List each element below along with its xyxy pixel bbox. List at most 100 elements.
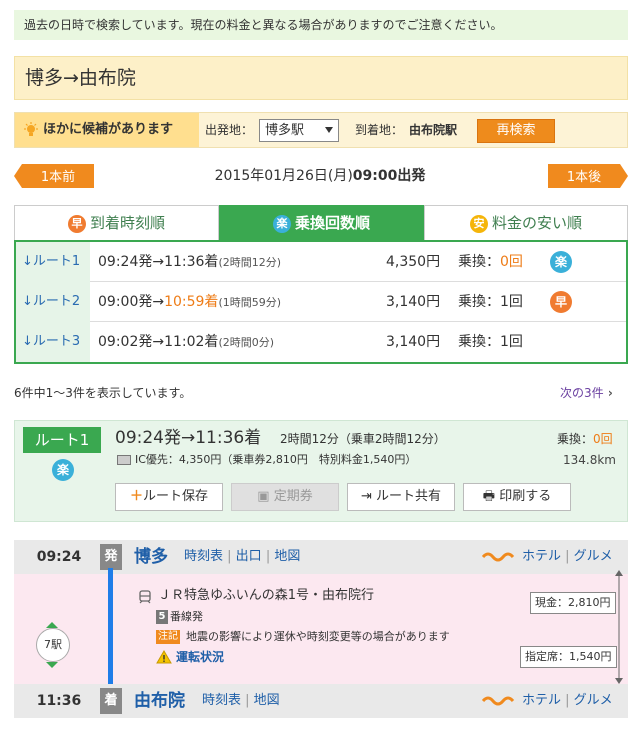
print-button[interactable]: 🖶 印刷する bbox=[463, 483, 571, 511]
map-link[interactable]: 地図 bbox=[254, 693, 280, 708]
detail-transfer: 乗換：0回 bbox=[557, 429, 613, 449]
delay-note: 地震の影響により運休や時刻変更等の場合があります bbox=[186, 630, 450, 643]
route-transfer: 乗換：1回 bbox=[458, 322, 523, 362]
route-depart: 09:24発→ bbox=[98, 254, 165, 270]
platform-number: 5 bbox=[156, 610, 168, 624]
warning-icon bbox=[156, 650, 172, 664]
route-duration: (1時間59分) bbox=[218, 296, 282, 309]
pass-icon: ▣ bbox=[257, 489, 274, 504]
commuter-pass-label: 定期券 bbox=[273, 489, 313, 504]
route-detail-summary: ルート1 楽 09:24発→11:36着 2時間12分（乗車2時間12分） 乗換… bbox=[14, 420, 628, 522]
route-fare: 3,140円 bbox=[386, 294, 441, 310]
route-link[interactable]: ↓ルート2 bbox=[16, 282, 90, 322]
route-duration: (2時間12分) bbox=[218, 256, 282, 269]
platform-label: 番線発 bbox=[170, 610, 203, 623]
train-icon bbox=[139, 590, 151, 604]
candidate-bar: ほかに候補があります 出発地： 博多駅 到着地： 由布院駅 再検索 bbox=[14, 112, 628, 148]
map-link[interactable]: 地図 bbox=[274, 549, 300, 564]
detail-distance: 134.8km bbox=[563, 453, 616, 467]
route-times: 09:24発→11:36着(2時間12分) bbox=[98, 242, 281, 283]
hotel-link[interactable]: ホテル bbox=[522, 693, 561, 708]
arrival-station[interactable]: 由布院 bbox=[134, 684, 185, 718]
route-row[interactable]: ↓ルート1 09:24発→11:36着(2時間12分) 4,350円 乗換：0回… bbox=[16, 242, 626, 282]
result-count: 6件中1〜3件を表示しています。 bbox=[14, 386, 192, 400]
route-transfer: 乗換：1回 bbox=[458, 282, 523, 322]
to-label: 到着地： bbox=[355, 123, 404, 137]
departure-station[interactable]: 博多 bbox=[134, 540, 168, 574]
arrival-hotel-gourmet: ホテル | グルメ bbox=[522, 693, 613, 708]
chevron-right-icon: › bbox=[603, 386, 613, 400]
timetable-link[interactable]: 時刻表 bbox=[202, 693, 241, 708]
fast-icon: 早 bbox=[550, 291, 572, 313]
route-arrive: 11:36着 bbox=[164, 254, 219, 270]
commuter-pass-button[interactable]: ▣ 定期券 bbox=[231, 483, 339, 511]
past-date-notice: 過去の日時で検索しています。現在の料金と異なる場合がありますのでご注意ください。 bbox=[14, 10, 628, 40]
detail-times: 09:24発→11:36着 bbox=[115, 428, 262, 448]
hotel-link[interactable]: ホテル bbox=[522, 549, 561, 564]
print-label: 印刷する bbox=[499, 489, 552, 504]
plus-icon: ＋ bbox=[129, 489, 143, 504]
route-row[interactable]: ↓ルート2 09:00発→10:59着(1時間59分) 3,140円 乗換：1回… bbox=[16, 282, 626, 322]
search-date: 2015年01月26日(月) bbox=[214, 168, 353, 184]
candidate-label-text: ほかに候補があります bbox=[43, 122, 174, 137]
transfer-count: 0回 bbox=[500, 254, 523, 270]
fast-icon: 早 bbox=[67, 214, 86, 233]
jalan-logo-icon bbox=[482, 696, 515, 706]
tab-transfers[interactable]: 楽乗換回数順 bbox=[219, 205, 424, 241]
share-icon: ⇥ bbox=[360, 489, 376, 504]
gourmet-link[interactable]: グルメ bbox=[574, 549, 613, 564]
save-route-button[interactable]: ＋ルート保存 bbox=[115, 483, 223, 511]
timetable-link[interactable]: 時刻表 bbox=[184, 549, 223, 564]
route-duration: (2時間0分) bbox=[218, 336, 275, 349]
service-status-link[interactable]: 運転状況 bbox=[176, 648, 224, 666]
from-select[interactable]: 博多駅 bbox=[259, 119, 339, 142]
departure-links: 時刻表 | 出口 | 地図 bbox=[184, 549, 301, 564]
tab-cheapest-label: 料金の安い順 bbox=[491, 214, 582, 232]
fare-span-arrow bbox=[615, 570, 623, 684]
gourmet-link[interactable]: グルメ bbox=[574, 693, 613, 708]
to-value: 由布院駅 bbox=[409, 123, 458, 137]
save-route-label: ルート保存 bbox=[143, 489, 209, 504]
transfer-label: 乗換： bbox=[458, 334, 500, 350]
stop-count[interactable]: 7駅 bbox=[36, 628, 70, 662]
easy-icon: 楽 bbox=[52, 459, 74, 481]
chevron-down-icon bbox=[46, 662, 58, 668]
ic-card-icon bbox=[117, 455, 131, 465]
departure-tag: 発 bbox=[100, 544, 122, 570]
route-fare: 3,140円 bbox=[386, 334, 441, 350]
tab-cheapest[interactable]: 安料金の安い順 bbox=[424, 205, 628, 241]
cash-fare: 現金：2,810円 bbox=[530, 592, 616, 614]
route-depart: 09:02発→ bbox=[98, 334, 165, 350]
share-route-button[interactable]: ⇥ ルート共有 bbox=[347, 483, 455, 511]
tab-arrival-label: 到着時刻順 bbox=[89, 214, 165, 232]
transfer-label: 乗換： bbox=[458, 294, 500, 310]
arrival-time: 11:36 bbox=[36, 693, 82, 709]
route-times: 09:00発→10:59着(1時間59分) bbox=[98, 282, 281, 323]
search-time: 09:00出発 bbox=[352, 168, 426, 184]
jalan-logo-icon bbox=[482, 552, 515, 562]
share-route-label: ルート共有 bbox=[376, 489, 442, 504]
prev-train-button[interactable]: 1本前 bbox=[14, 164, 94, 188]
route-link[interactable]: ↓ルート1 bbox=[16, 242, 90, 282]
route-depart: 09:00発→ bbox=[98, 294, 165, 310]
research-button[interactable]: 再検索 bbox=[477, 119, 555, 143]
transfer-label: 乗換： bbox=[557, 432, 594, 446]
tab-arrival-time[interactable]: 早到着時刻順 bbox=[14, 205, 219, 241]
easy-icon: 楽 bbox=[272, 214, 291, 233]
arrival-station-row: 11:36 着 由布院 時刻表 | 地図 ホテル | グルメ bbox=[14, 684, 628, 718]
departure-time: 09:24 bbox=[36, 549, 82, 565]
route-arrive: 11:02着 bbox=[164, 334, 219, 350]
next-3-link[interactable]: 次の3件 › bbox=[560, 384, 613, 402]
next-train-button[interactable]: 1本後 bbox=[548, 164, 628, 188]
route-link[interactable]: ↓ルート3 bbox=[16, 322, 90, 362]
route-badge: ルート1 bbox=[23, 427, 101, 453]
exit-link[interactable]: 出口 bbox=[236, 549, 262, 564]
route-row[interactable]: ↓ルート3 09:02発→11:02着(2時間0分) 3,140円 乗換：1回 bbox=[16, 322, 626, 362]
note-tag: 注記 bbox=[156, 630, 180, 644]
route-arrive: 10:59着 bbox=[164, 294, 219, 310]
arrival-tag: 着 bbox=[100, 688, 122, 714]
train-line bbox=[108, 568, 113, 690]
route-list: ↓ルート1 09:24発→11:36着(2時間12分) 4,350円 乗換：0回… bbox=[14, 240, 628, 364]
chevron-down-icon bbox=[325, 127, 333, 133]
route-transfer: 乗換：0回 bbox=[458, 242, 523, 282]
